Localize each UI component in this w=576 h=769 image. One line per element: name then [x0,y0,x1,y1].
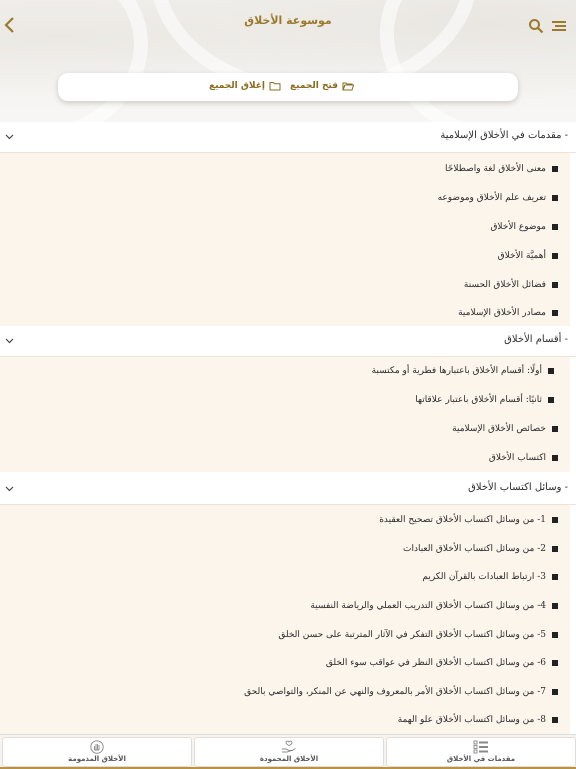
list-item[interactable]: 7- من وسائل اكتساب الأخلاق الأمر بالمعرو… [244,684,558,700]
list-item[interactable]: موضوع الأخلاق [490,219,558,235]
list-item[interactable]: 5- من وسائل اكتساب الأخلاق التفكر في الآ… [278,627,558,643]
section-header-types[interactable]: - أقسام الأخلاق [0,326,576,357]
list-item[interactable]: 4- من وسائل اكتساب الأخلاق التدريب العمل… [310,598,558,614]
app-header: موسوعة الأخلاق فتح الجميع إغلاق الجميع [0,0,576,122]
tab-blameworthy[interactable]: الأخلاق المذمومة [2,737,192,767]
list-item[interactable]: معنى الأخلاق لغة واصطلاحًا [445,161,558,177]
bullet-icon [552,166,558,172]
list-item[interactable]: 1- من وسائل اكتساب الأخلاق تصحيح العقيدة [379,512,558,528]
search-icon[interactable] [528,18,544,34]
list-item[interactable]: تعريف علم الأخلاق وموضوعه [438,190,558,206]
bullet-icon [552,717,558,723]
chevron-down-icon[interactable] [5,484,14,493]
section-header-introductions[interactable]: - مقدمات في الأخلاق الإسلامية [0,122,576,153]
list-item[interactable]: اكتساب الأخلاق [489,450,558,466]
bullet-icon [548,397,554,403]
bullet-icon [552,632,558,638]
section-items: أولًا: أقسام الأخلاق باعتبارها فطرية أو … [0,357,570,472]
bottom-tab-bar: مقدمات في الأخلاق الأخلاق المحمودة الأخل… [0,734,576,769]
section-title: - أقسام الأخلاق [504,334,568,345]
hand-stop-icon [90,740,104,754]
expand-all-label: فتح الجميع [290,81,338,91]
list-item[interactable]: 2- من وسائل اكتساب الأخلاق العبادات [403,541,558,557]
list-item[interactable]: 6- من وسائل اكتساب الأخلاق النظر في عواق… [326,655,558,671]
expand-collapse-panel: فتح الجميع إغلاق الجميع [58,73,518,101]
bullet-icon [552,195,558,201]
page-title: موسوعة الأخلاق [244,14,332,27]
section-items: معنى الأخلاق لغة واصطلاحًا تعريف علم الأ… [0,153,570,326]
chevron-down-icon[interactable] [5,336,14,345]
list-item[interactable]: ثانيًا: أقسام الأخلاق باعتبار علاقاتها [415,392,554,408]
bullet-icon [552,574,558,580]
bullet-icon [552,546,558,552]
list-item[interactable]: أهميَّة الأخلاق [498,248,558,264]
list-item[interactable]: فضائل الأخلاق الحسنة [464,277,558,293]
list-item[interactable]: مصادر الأخلاق الإسلامية [458,305,558,321]
hand-heart-icon [282,740,296,753]
bullet-icon [548,368,554,374]
collapse-all-button[interactable]: إغلاق الجميع [209,81,281,91]
bullet-icon [552,455,558,461]
chevron-down-icon[interactable] [5,132,14,141]
list-item[interactable]: 3- ارتباط العبادات بالقرآن الكريم [422,569,558,585]
bullet-icon [552,689,558,695]
chapter-list: - مقدمات في الأخلاق الإسلامية معنى الأخل… [0,122,576,734]
folder-open-icon [342,82,354,91]
tab-label: الأخلاق المذمومة [68,755,126,763]
bullet-icon [552,310,558,316]
section-header-acquisition[interactable]: - وسائل اكتساب الأخلاق [0,474,576,505]
collapse-all-label: إغلاق الجميع [208,81,265,91]
bullet-icon [552,660,558,666]
menu-icon[interactable] [551,19,567,33]
tab-label: مقدمات في الأخلاق [446,755,516,763]
section-title: - مقدمات في الأخلاق الإسلامية [440,130,568,141]
bullet-icon [552,282,558,288]
folder-icon [269,82,281,91]
list-icon [473,740,488,754]
list-item[interactable]: أولًا: أقسام الأخلاق باعتبارها فطرية أو … [372,363,554,379]
list-item[interactable]: خصائص الأخلاق الإسلامية [452,421,558,437]
expand-all-button[interactable]: فتح الجميع [290,81,354,91]
list-item[interactable]: 8- من وسائل اكتساب الأخلاق علو الهمة [398,712,558,728]
tab-introductions[interactable]: مقدمات في الأخلاق [386,737,576,767]
bullet-icon [552,426,558,432]
tab-praiseworthy[interactable]: الأخلاق المحمودة [194,737,384,767]
bullet-icon [552,517,558,523]
section-title: - وسائل اكتساب الأخلاق [468,482,568,493]
tab-label: الأخلاق المحمودة [259,755,319,763]
bullet-icon [552,224,558,230]
section-items: 1- من وسائل اكتساب الأخلاق تصحيح العقيدة… [0,505,570,734]
bullet-icon [552,603,558,609]
bullet-icon [552,253,558,259]
